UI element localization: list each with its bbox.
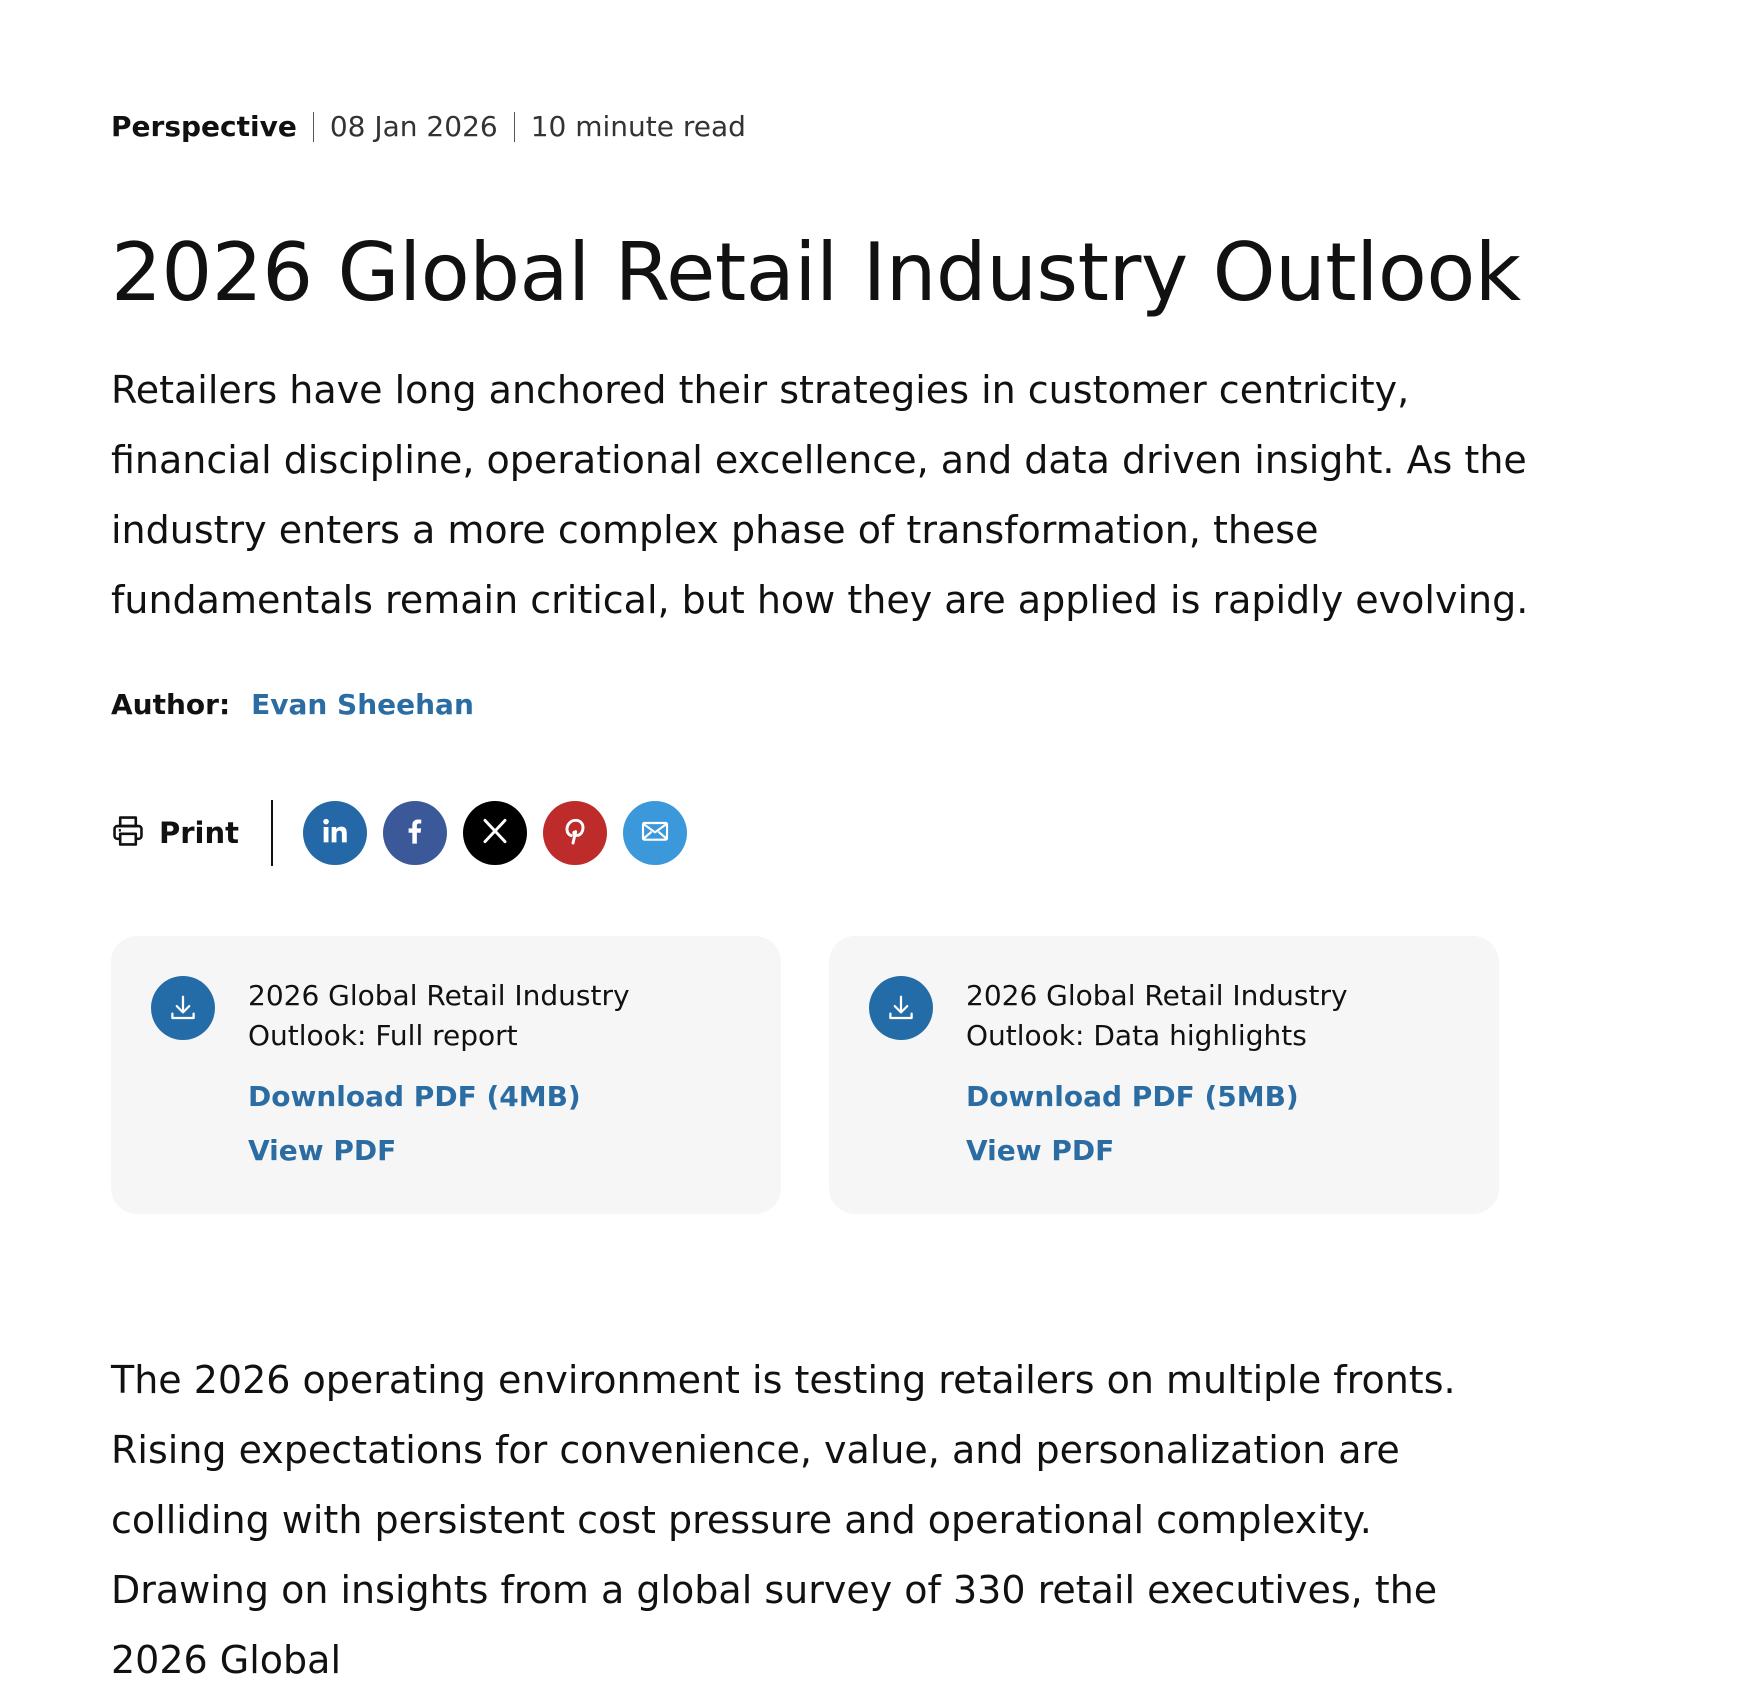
share-facebook-button[interactable] [383, 801, 448, 865]
email-icon [639, 815, 671, 851]
download-card: 2026 Global Retail Industry Outlook: Ful… [111, 936, 781, 1214]
author-link[interactable]: Evan Sheehan [251, 688, 474, 721]
pinterest-icon [559, 815, 591, 851]
download-pdf-link[interactable]: Download PDF (5MB) [966, 1080, 1299, 1113]
article-lead: Retailers have long anchored their strat… [111, 368, 1529, 622]
article-meta: Perspective 08 Jan 2026 10 minute read [111, 110, 746, 143]
meta-separator [513, 111, 515, 142]
view-pdf-link[interactable]: View PDF [966, 1134, 1114, 1167]
article-date: 08 Jan 2026 [329, 110, 498, 143]
download-card-title: 2026 Global Retail Industry Outlook: Ful… [248, 979, 630, 1052]
author-label: Author: [111, 688, 231, 721]
printer-icon [111, 814, 145, 852]
download-card-title: 2026 Global Retail Industry Outlook: Dat… [966, 979, 1348, 1052]
print-button[interactable]: Print [111, 814, 239, 852]
downloads-section: 2026 Global Retail Industry Outlook: Ful… [111, 936, 1547, 1214]
share-x-button[interactable] [463, 801, 528, 865]
facebook-icon [399, 815, 431, 851]
download-icon[interactable] [869, 976, 933, 1040]
share-pinterest-button[interactable] [543, 801, 608, 865]
article-body-paragraph: The 2026 operating environment is testin… [111, 1358, 1456, 1682]
download-pdf-link[interactable]: Download PDF (4MB) [248, 1080, 581, 1113]
download-icon[interactable] [151, 976, 215, 1040]
share-linkedin-button[interactable] [303, 801, 368, 865]
view-pdf-link[interactable]: View PDF [248, 1134, 396, 1167]
share-toolbar: Print [111, 800, 703, 866]
meta-separator [312, 111, 314, 142]
x-icon [479, 815, 511, 851]
download-card: 2026 Global Retail Industry Outlook: Dat… [829, 936, 1499, 1214]
author-line: Author: Evan Sheehan [111, 688, 474, 721]
read-time: 10 minute read [530, 110, 746, 143]
share-email-button[interactable] [623, 801, 688, 865]
print-label: Print [159, 816, 240, 850]
page-title: 2026 Global Retail Industry Outlook [111, 226, 1521, 319]
article-type: Perspective [111, 110, 297, 143]
share-divider [271, 800, 274, 866]
linkedin-icon [319, 815, 351, 851]
